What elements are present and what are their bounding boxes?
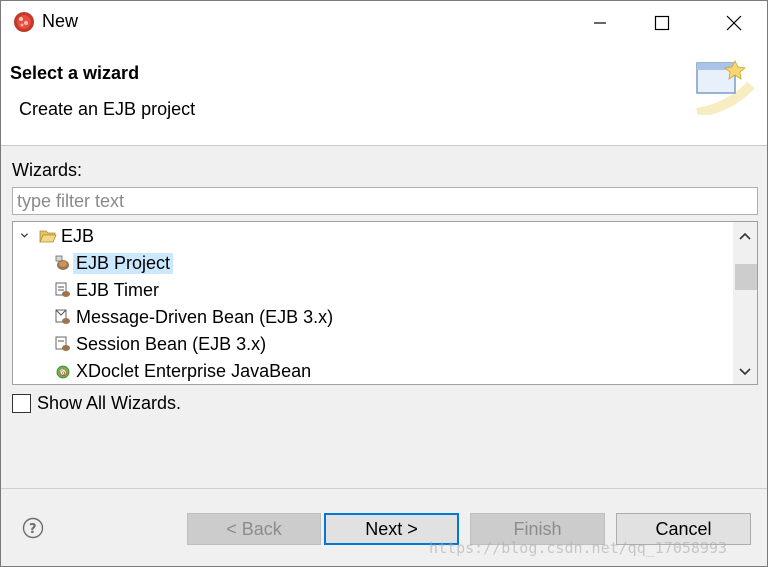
tree-item-label: XDoclet Enterprise JavaBean	[76, 360, 312, 381]
watermark: https://blog.csdn.net/qq_17058993	[429, 539, 728, 557]
chevron-down-icon	[739, 368, 751, 376]
title-bar: New	[1, 1, 767, 45]
tree-category-ejb[interactable]: EJB	[19, 223, 94, 249]
tree-item-label: Message-Driven Bean (EJB 3.x)	[76, 306, 334, 327]
show-all-wizards-checkbox[interactable]: Show All Wizards.	[12, 393, 181, 414]
minimize-icon	[594, 22, 606, 24]
help-icon[interactable]: ?	[22, 517, 44, 539]
wizards-label: Wizards:	[12, 160, 83, 180]
tree-item-ejb-timer[interactable]: EJB Timer	[54, 277, 159, 303]
session-bean-icon	[55, 336, 70, 351]
ejb-timer-icon	[55, 282, 70, 297]
tree-item-xdoclet-enterprise-javabean[interactable]: @ XDoclet Enterprise JavaBean	[54, 358, 311, 384]
svg-text:?: ?	[29, 522, 37, 537]
tree-item-label: Session Bean (EJB 3.x)	[76, 333, 267, 354]
footer-divider	[1, 488, 767, 489]
minimize-button[interactable]	[577, 1, 623, 45]
wizard-tree[interactable]: EJB EJB Project EJB Timer Message-Driven…	[12, 221, 758, 385]
wizard-banner-icon	[696, 60, 755, 115]
tree-item-label: EJB Project	[73, 252, 174, 274]
tree-item-ejb-project[interactable]: EJB Project	[54, 250, 174, 276]
checkbox-box[interactable]	[12, 394, 31, 413]
back-button[interactable]: < Back	[187, 513, 321, 545]
tree-item-label: EJB Timer	[76, 279, 160, 300]
close-icon	[726, 15, 742, 31]
tree-category-label: EJB	[61, 225, 95, 246]
xdoclet-icon: @	[56, 365, 70, 379]
tree-item-message-driven-bean[interactable]: Message-Driven Bean (EJB 3.x)	[54, 304, 333, 330]
show-all-wizards-label: Show All Wizards.	[37, 393, 182, 413]
eclipse-app-icon	[14, 12, 34, 32]
scroll-thumb[interactable]	[735, 264, 757, 290]
chevron-up-icon	[739, 232, 751, 240]
maximize-button[interactable]	[639, 1, 685, 45]
header-title: Select a wizard	[10, 63, 140, 83]
chevron-down-icon[interactable]	[19, 227, 33, 245]
scroll-down-button[interactable]	[733, 360, 757, 384]
ejb-project-icon	[55, 255, 69, 270]
wizard-header: Select a wizard Create an EJB project	[1, 45, 767, 146]
tree-scrollbar[interactable]	[733, 222, 757, 384]
svg-text:@: @	[60, 369, 67, 377]
scroll-up-button[interactable]	[733, 224, 757, 248]
folder-open-icon	[39, 230, 57, 243]
close-button[interactable]	[711, 1, 757, 45]
message-driven-bean-icon	[55, 309, 70, 324]
header-description: Create an EJB project	[19, 99, 196, 119]
tree-item-session-bean[interactable]: Session Bean (EJB 3.x)	[54, 331, 266, 357]
window-title: New	[42, 11, 79, 31]
maximize-icon	[654, 15, 670, 31]
new-wizard-dialog: New Select a wizard Create an EJB projec…	[0, 0, 768, 567]
filter-input[interactable]	[12, 187, 758, 215]
